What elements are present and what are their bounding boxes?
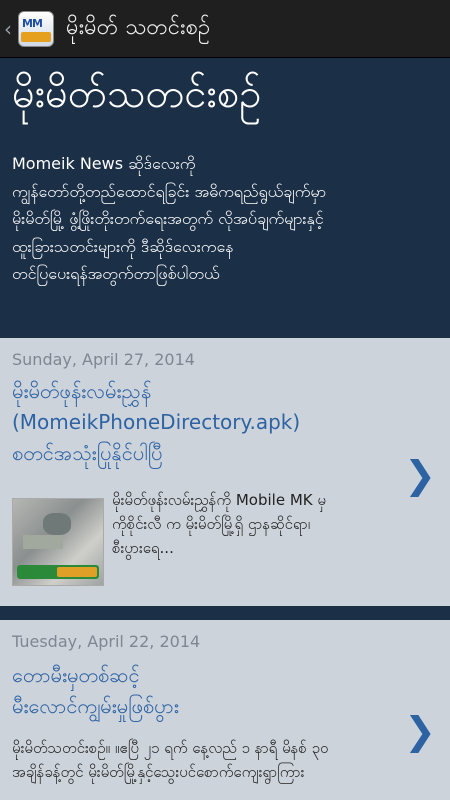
site-description: Momeik News ဆိုဒ်လေးကို ကျွန်တော်တို့တည်… (12, 150, 440, 288)
post-title[interactable]: မိုးမိတ်ဖုန်းလမ်းညွှန် (MomeikPhoneDirec… (12, 376, 300, 469)
description-line: ကျွန်တော်တို့တည်ထောင်ရခြင်း အဓိကရည်ရွယ်ခ… (12, 181, 327, 201)
app-icon-text: MM (22, 16, 43, 30)
post-title-line[interactable]: စတင်အသုံးပြုနိုင်ပါပြီ (12, 438, 300, 469)
post-title[interactable]: တောမီးမှတစ်ဆင့် မီးလောင်ကျွမ်းမှုဖြစ်ပွာ… (12, 660, 179, 722)
excerpt-line: မိုးမိတ်သတင်းစဉ်။ ။ဧပြီ ၂၁ ရက် နေ့လည် ၁ … (12, 739, 329, 757)
description-line: မိုးမိတ်မြို့ ဖွံ့ဖြိုးတိုးတက်ရေးအတွက် လ… (12, 209, 324, 228)
description-line: ထူးခြားသတင်းများကို ဒီဆိုဒ်လေးကနေ (12, 236, 234, 256)
site-title: မိုးမိတ်သတင်းစဉ် (12, 71, 262, 117)
chevron-right-icon[interactable]: ❯ (404, 712, 436, 750)
excerpt-line: စီးပွားရေ... (112, 539, 174, 557)
excerpt-line: ကိုစိုင်းလီ က မိုးမိတ်မြို့ရှိ ဌာနဆိုင်ရ… (112, 515, 311, 533)
post-card[interactable]: Tuesday, April 22, 2014 တောမီးမှတစ်ဆင့် … (0, 620, 450, 800)
post-card[interactable]: Sunday, April 27, 2014 မိုးမိတ်ဖုန်းလမ်း… (0, 338, 450, 606)
site-header: မိုးမိတ်သတင်းစဉ် Momeik News ဆိုဒ်လေးကို… (0, 58, 450, 338)
post-excerpt: မိုးမိတ်သတင်းစဉ်။ ။ဧပြီ ၂၁ ရက် နေ့လည် ၁ … (12, 736, 328, 784)
card-separator (0, 606, 450, 620)
post-excerpt: မိုးမိတ်ဖုန်းလမ်းညွှန်ကို Mobile MK မှ က… (112, 488, 326, 560)
post-title-line[interactable]: (MomeikPhoneDirectory.apk) (12, 407, 300, 438)
up-caret-icon[interactable]: ‹ (4, 17, 16, 41)
post-title-line[interactable]: မိုးမိတ်ဖုန်းလမ်းညွှန် (12, 376, 300, 407)
app-icon-banner (21, 31, 51, 42)
app-logo-icon[interactable]: MM (18, 10, 54, 47)
actionbar-title: မိုးမိတ် သတင်းစဉ် (66, 15, 211, 40)
excerpt-line: အချိန်ခန့်တွင် မိုးမိတ်မြို့နှင့်သွေးပင်… (12, 763, 305, 781)
description-line: Momeik News ဆိုဒ်လေးကို (12, 154, 196, 173)
chevron-right-icon[interactable]: ❯ (404, 456, 436, 494)
post-title-line[interactable]: တောမီးမှတစ်ဆင့် (12, 660, 179, 691)
post-thumbnail[interactable] (12, 498, 104, 586)
excerpt-line: မိုးမိတ်ဖုန်းလမ်းညွှန်ကို Mobile MK မှ (112, 491, 326, 509)
post-date: Sunday, April 27, 2014 (12, 350, 195, 369)
post-date: Tuesday, April 22, 2014 (12, 632, 201, 651)
description-line: တင်ပြပေးရန်အတွက်တာဖြစ်ပါတယ် (12, 264, 220, 283)
post-title-line[interactable]: မီးလောင်ကျွမ်းမှုဖြစ်ပွား (12, 691, 179, 722)
action-bar: ‹ MM မိုးမိတ် သတင်းစဉ် (0, 0, 450, 58)
